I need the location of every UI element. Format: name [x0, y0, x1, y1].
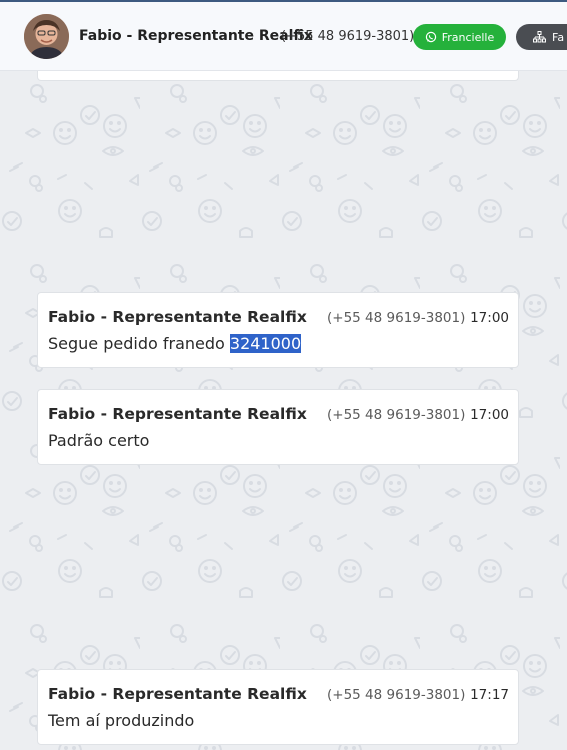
selected-text-highlight[interactable]: 3241000: [229, 334, 302, 353]
previous-message-bubble-edge: [37, 71, 519, 81]
message-sender: Fabio - Representante Realfix: [48, 405, 307, 423]
contact-phone: (+55 48 9619-3801): [281, 29, 415, 44]
chat-messages-area[interactable]: Fabio - Representante Realfix (+55 48 96…: [0, 71, 567, 750]
queue-button-label: Fa: [552, 30, 565, 44]
sitemap-icon: [533, 31, 546, 43]
queue-button[interactable]: Fa: [516, 24, 567, 50]
message-time: 17:00: [470, 407, 509, 423]
avatar[interactable]: [24, 14, 69, 59]
whatsapp-connection-button[interactable]: Francielle: [413, 24, 506, 50]
message-text[interactable]: Padrão certo: [48, 431, 149, 450]
chat-header: Fabio - Representante Realfix (+55 48 96…: [0, 2, 567, 71]
message-time: 17:17: [470, 687, 509, 703]
message-text-content: Segue pedido franedo: [48, 334, 230, 353]
message-bubble[interactable]: Fabio - Representante Realfix (+55 48 96…: [37, 669, 519, 745]
message-sender: Fabio - Representante Realfix: [48, 308, 307, 326]
message-text[interactable]: Segue pedido franedo 3241000: [48, 334, 302, 353]
message-text[interactable]: Tem aí produzindo: [48, 711, 194, 730]
contact-name: Fabio - Representante Realfix: [79, 28, 313, 44]
message-time: 17:00: [470, 310, 509, 326]
message-sender-phone: (+55 48 9619-3801): [327, 310, 466, 326]
message-sender-phone: (+55 48 9619-3801): [327, 407, 466, 423]
message-bubble[interactable]: Fabio - Representante Realfix (+55 48 96…: [37, 292, 519, 368]
message-bubble[interactable]: Fabio - Representante Realfix (+55 48 96…: [37, 389, 519, 465]
whatsapp-icon: [425, 31, 436, 43]
whatsapp-button-label: Francielle: [441, 30, 495, 44]
message-sender: Fabio - Representante Realfix: [48, 685, 307, 703]
message-sender-phone: (+55 48 9619-3801): [327, 687, 466, 703]
